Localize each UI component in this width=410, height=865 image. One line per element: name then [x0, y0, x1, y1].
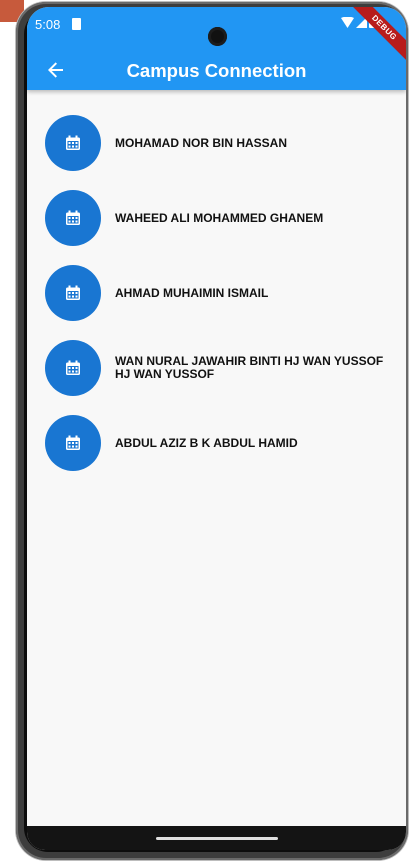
avatar: [45, 265, 101, 321]
avatar: [45, 340, 101, 396]
list-item[interactable]: AHMAD MUHAIMIN ISMAIL: [45, 265, 395, 321]
page-title: Campus Connection: [126, 60, 307, 81]
calendar-icon: [66, 435, 80, 450]
sim-card-icon: [72, 18, 81, 30]
list-item-label: AHMAD MUHAIMIN ISMAIL: [115, 285, 269, 300]
calendar-icon: [66, 285, 80, 300]
calendar-icon: [66, 210, 80, 225]
list-item-label: MOHAMAD NOR BIN HASSAN: [115, 135, 287, 150]
list-item-label: ABDUL AZIZ B K ABDUL HAMID: [115, 435, 298, 450]
list-item[interactable]: WAHEED ALI MOHAMMED GHANEM: [45, 190, 395, 246]
front-camera: [208, 27, 227, 46]
app-bar: 5:08 DEBUG Campus Connection: [27, 7, 406, 90]
list-item-label: WAN NURAL JAWAHIR BINTI HJ WAN YUSSOF HJ…: [115, 354, 384, 381]
list-item-label: WAHEED ALI MOHAMMED GHANEM: [115, 210, 324, 225]
calendar-icon: [66, 135, 80, 150]
wifi-icon: [341, 16, 354, 28]
avatar: [45, 190, 101, 246]
avatar: [45, 415, 101, 471]
home-indicator[interactable]: [156, 837, 278, 840]
list-item[interactable]: MOHAMAD NOR BIN HASSAN: [45, 115, 395, 171]
list-item[interactable]: ABDUL AZIZ B K ABDUL HAMID: [45, 415, 395, 471]
app-screen: 5:08 DEBUG Campus Connection MOHAMAD NOR…: [27, 7, 406, 850]
list-item[interactable]: WAN NURAL JAWAHIR BINTI HJ WAN YUSSOF HJ…: [45, 340, 395, 396]
calendar-icon: [66, 360, 80, 375]
status-time: 5:08: [35, 17, 61, 32]
avatar: [45, 115, 101, 171]
system-nav-bar: [27, 826, 406, 850]
